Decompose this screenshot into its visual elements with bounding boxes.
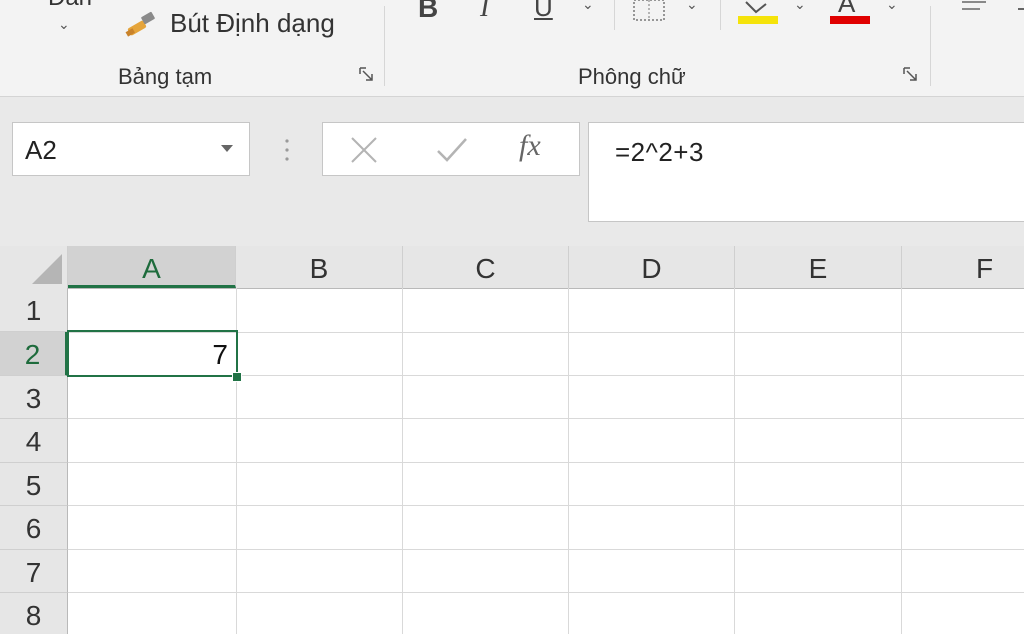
row-header-5[interactable]: 5 xyxy=(0,463,68,506)
gridline xyxy=(734,288,735,634)
gridline xyxy=(901,288,902,634)
row-header-8[interactable]: 8 xyxy=(0,593,68,634)
group-separator xyxy=(384,6,385,86)
chevron-down-icon[interactable]: ⌄ xyxy=(794,0,806,13)
font-color-swatch xyxy=(830,16,870,24)
separator xyxy=(614,0,615,30)
cancel-icon[interactable] xyxy=(349,135,379,165)
group-separator xyxy=(930,6,931,86)
fill-handle[interactable] xyxy=(232,372,242,382)
row-header-4[interactable]: 4 xyxy=(0,419,68,463)
align-icon[interactable] xyxy=(960,0,990,16)
chevron-down-icon[interactable]: ⌄ xyxy=(58,16,70,33)
fill-color-icon[interactable] xyxy=(738,0,778,26)
paste-button[interactable]: Dán ⌄ xyxy=(20,0,110,50)
row-header-7[interactable]: 7 xyxy=(0,550,68,593)
name-box-value: A2 xyxy=(25,135,57,165)
column-header-d[interactable]: D xyxy=(569,246,735,288)
select-all-triangle-icon xyxy=(32,254,62,284)
chevron-down-icon[interactable]: ⌄ xyxy=(886,0,898,13)
gridline xyxy=(402,288,403,634)
font-color-button[interactable]: A xyxy=(830,0,870,26)
italic-button[interactable]: I xyxy=(480,0,489,24)
dialog-launcher-icon[interactable] xyxy=(902,66,920,84)
insert-function-button[interactable]: fx xyxy=(519,129,541,163)
formula-buttons: fx xyxy=(322,122,580,176)
formula-text: =2^2+3 xyxy=(615,137,704,167)
row-header-3[interactable]: 3 xyxy=(0,376,68,419)
row-header-2[interactable]: 2 xyxy=(0,332,68,376)
dialog-launcher-icon[interactable] xyxy=(358,66,376,84)
chevron-down-icon[interactable] xyxy=(221,145,233,152)
font-group-label: Phông chữ xyxy=(578,64,686,89)
gridline xyxy=(568,288,569,634)
gridline xyxy=(68,462,1024,463)
align-icon-partial xyxy=(1018,8,1024,10)
chevron-down-icon[interactable]: ⌄ xyxy=(686,0,698,13)
chevron-down-icon[interactable]: ⌄ xyxy=(582,0,594,13)
gridline xyxy=(68,505,1024,506)
column-header-b[interactable]: B xyxy=(236,246,403,288)
gridline xyxy=(68,418,1024,419)
name-box[interactable]: A2 xyxy=(12,122,250,176)
underline-button[interactable]: U xyxy=(534,0,553,23)
row-header-1[interactable]: 1 xyxy=(0,288,68,332)
gridline xyxy=(68,592,1024,593)
bold-button[interactable]: B xyxy=(418,0,438,24)
column-header-e[interactable]: E xyxy=(735,246,902,288)
enter-check-icon[interactable] xyxy=(435,135,469,165)
column-header-a[interactable]: A xyxy=(68,246,236,288)
grip-handle-icon[interactable] xyxy=(284,138,290,162)
format-painter-icon xyxy=(125,11,155,37)
column-header-c[interactable]: C xyxy=(403,246,569,288)
gridline xyxy=(68,549,1024,550)
column-header-f[interactable]: F xyxy=(902,246,1024,288)
row-header-6[interactable]: 6 xyxy=(0,506,68,550)
separator xyxy=(720,0,721,30)
format-painter-button[interactable]: Bút Định dạng xyxy=(124,4,364,44)
ribbon: Dán ⌄ Bút Định dạng Bảng tạm B I U ⌄ ⌄ ⌄… xyxy=(0,0,1024,97)
borders-icon[interactable] xyxy=(632,0,668,22)
clipboard-group-label: Bảng tạm xyxy=(118,64,213,89)
worksheet-grid[interactable]: A B C D E F 1 2 3 4 5 6 7 8 7 xyxy=(0,246,1024,634)
paste-label: Dán xyxy=(48,0,92,12)
format-painter-label: Bút Định dạng xyxy=(170,8,335,38)
select-all-button[interactable] xyxy=(0,246,68,288)
active-cell-border xyxy=(67,330,238,377)
formula-input[interactable]: =2^2+3 xyxy=(588,122,1024,222)
